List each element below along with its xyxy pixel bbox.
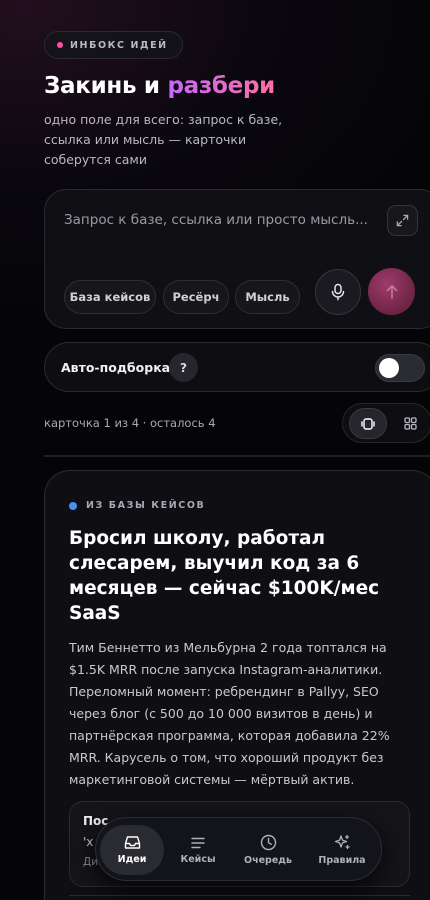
mic-button[interactable] xyxy=(315,269,361,315)
app-screen: ИНБОКС ИДЕЙ Закинь и разбери одно поле д… xyxy=(0,0,430,900)
inbox-icon xyxy=(124,836,140,849)
tab-cases-label: Кейсы xyxy=(180,853,216,865)
page-title: Закинь и разбери xyxy=(44,73,275,99)
title-main: Закинь и xyxy=(44,73,168,99)
clock-icon xyxy=(260,834,276,851)
expand-button[interactable] xyxy=(387,205,418,236)
badge-dot xyxy=(57,42,63,48)
list-icon xyxy=(191,837,205,848)
sparkle-icon xyxy=(334,834,350,850)
feed-divider xyxy=(44,455,430,457)
tab-rules-label: Правила xyxy=(318,855,366,866)
view-grid-button[interactable] xyxy=(391,408,429,439)
chip-thought[interactable]: Мысль xyxy=(235,280,300,314)
tab-queue[interactable]: Очередь xyxy=(236,825,300,875)
microphone-icon xyxy=(331,283,345,301)
tab-ideas[interactable]: Идеи xyxy=(100,825,164,875)
card-body: Тим Беннетто из Мельбурна 2 года топталс… xyxy=(69,640,390,787)
single-card-icon xyxy=(361,417,375,430)
expand-icon xyxy=(396,214,409,227)
composer: Запрос к базе, ссылка или просто мысль..… xyxy=(44,189,430,329)
toggle-knob xyxy=(379,358,399,378)
tab-ideas-label: Идеи xyxy=(117,854,147,865)
help-button[interactable]: ? xyxy=(169,353,198,382)
arrow-up-icon xyxy=(386,284,397,299)
chip-case-base[interactable]: База кейсов xyxy=(64,280,156,314)
view-mode-switch xyxy=(342,403,430,443)
autopick-toggle[interactable] xyxy=(375,354,425,382)
card-tag-label: ИЗ БАЗЫ КЕЙСОВ xyxy=(86,500,206,511)
detail-line-2: 'х xyxy=(83,835,94,849)
section-badge: ИНБОКС ИДЕЙ xyxy=(44,31,183,59)
autopick-row: Авто-подборка ? xyxy=(44,342,430,392)
tab-cases[interactable]: Кейсы xyxy=(166,825,230,875)
card-divider xyxy=(69,895,410,896)
view-single-button[interactable] xyxy=(349,408,387,439)
badge-label: ИНБОКС ИДЕЙ xyxy=(70,39,168,51)
grid-icon xyxy=(403,417,417,430)
composer-input[interactable]: Запрос к базе, ссылка или просто мысль..… xyxy=(64,212,368,228)
title-accent: разбери xyxy=(167,73,275,99)
chip-research[interactable]: Ресёрч xyxy=(163,280,229,314)
bottom-tabbar: Идеи Кейсы Очередь Правила xyxy=(95,817,382,881)
tab-rules[interactable]: Правила xyxy=(310,825,374,875)
page-subtitle: одно поле для всего: запрос к базе, ссыл… xyxy=(44,112,283,167)
autopick-label: Авто-подборка xyxy=(61,360,171,375)
tab-queue-label: Очередь xyxy=(244,855,292,866)
card-counter: карточка 1 из 4 · осталось 4 xyxy=(44,416,216,430)
send-button[interactable] xyxy=(368,268,415,315)
source-dot xyxy=(69,501,77,510)
card-title: Бросил школу, работал слесарем, выучил к… xyxy=(69,528,380,624)
card-source-tag: ИЗ БАЗЫ КЕЙСОВ xyxy=(69,500,205,511)
